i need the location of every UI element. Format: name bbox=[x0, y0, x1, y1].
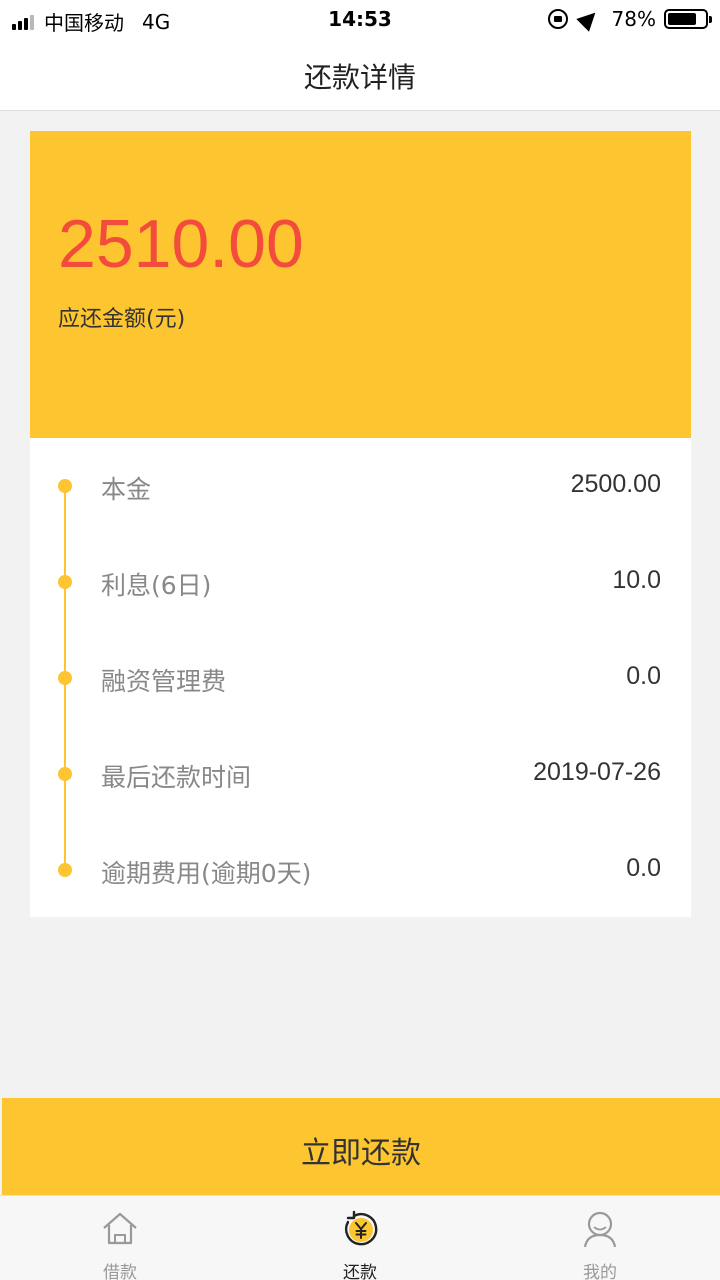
timeline-dot bbox=[58, 479, 72, 493]
tab-label: 我的 bbox=[583, 1263, 617, 1280]
tab-borrow[interactable]: 借款 bbox=[0, 1196, 240, 1280]
detail-label: 最后还款时间 bbox=[101, 763, 252, 792]
detail-row-principal: 本金 2500.00 bbox=[30, 466, 691, 506]
detail-label: 利息(6日) bbox=[101, 571, 212, 600]
user-icon bbox=[583, 1211, 617, 1248]
detail-row-due-date: 最后还款时间 2019-07-26 bbox=[30, 754, 691, 794]
detail-value: 0.0 bbox=[626, 662, 661, 690]
battery-icon bbox=[664, 9, 712, 29]
tab-mine[interactable]: 我的 bbox=[480, 1196, 720, 1280]
repayment-details: 本金 2500.00 利息(6日) 10.0 融资管理费 0.0 最后还款时间 … bbox=[30, 438, 691, 917]
repay-yen-icon bbox=[345, 1210, 378, 1246]
detail-label: 融资管理费 bbox=[101, 667, 227, 696]
status-right: 78% bbox=[547, 6, 712, 32]
amount-due-value: 2510.00 bbox=[58, 206, 304, 282]
tab-bar: 借款 还款 我的 bbox=[0, 1195, 720, 1280]
detail-value: 2019-07-26 bbox=[533, 758, 661, 786]
detail-label: 本金 bbox=[101, 475, 152, 504]
detail-value: 2500.00 bbox=[570, 470, 661, 498]
battery-percent: 78% bbox=[611, 7, 656, 31]
tab-repay[interactable]: 还款 bbox=[240, 1196, 480, 1280]
repay-now-label: 立即还款 bbox=[301, 1137, 421, 1170]
status-bar: 中国移动 4G 14:53 78% bbox=[0, 0, 720, 38]
amount-due-label: 应还金额(元) bbox=[58, 307, 186, 332]
detail-label: 逾期费用(逾期0天) bbox=[101, 859, 312, 888]
timeline-dot bbox=[58, 575, 72, 589]
repay-now-button[interactable]: 立即还款 bbox=[2, 1098, 720, 1195]
tab-label: 借款 bbox=[103, 1263, 137, 1280]
detail-row-management-fee: 融资管理费 0.0 bbox=[30, 658, 691, 698]
detail-value: 0.0 bbox=[626, 854, 661, 882]
timeline-dot bbox=[58, 863, 72, 877]
home-icon bbox=[103, 1212, 137, 1245]
timeline-dot bbox=[58, 671, 72, 685]
amount-card: 2510.00 应还金额(元) bbox=[30, 131, 691, 438]
tab-label: 还款 bbox=[343, 1263, 377, 1280]
page-title: 还款详情 bbox=[303, 61, 416, 94]
detail-row-interest: 利息(6日) 10.0 bbox=[30, 562, 691, 602]
rotation-lock-icon bbox=[547, 9, 568, 29]
timeline-dot bbox=[58, 767, 72, 781]
location-arrow-icon bbox=[575, 6, 602, 32]
detail-value: 10.0 bbox=[612, 566, 661, 594]
detail-row-overdue-fee: 逾期费用(逾期0天) 0.0 bbox=[30, 850, 691, 890]
page: 中国移动 4G 14:53 78% 还款详情 2510.00 应还金额(元) 本… bbox=[0, 0, 720, 1280]
nav-header: 还款详情 bbox=[0, 38, 720, 111]
